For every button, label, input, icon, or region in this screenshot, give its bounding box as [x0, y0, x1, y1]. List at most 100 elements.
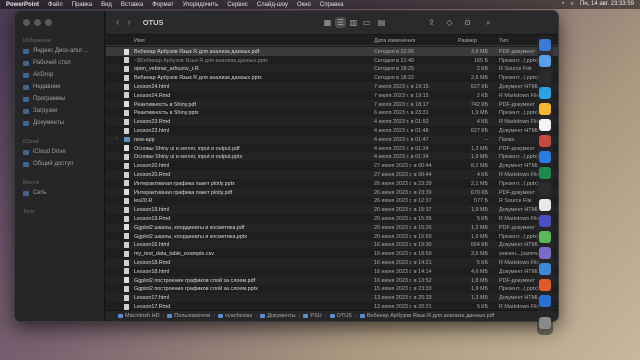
- action-icon[interactable]: ⊙: [462, 17, 473, 28]
- calendar-dock-icon[interactable]: [539, 119, 551, 131]
- sidebar-item-network[interactable]: Сеть: [23, 190, 46, 196]
- zoom-window-button[interactable]: [45, 19, 52, 26]
- sidebar-header-tags: Теги: [23, 209, 35, 215]
- search-icon[interactable]: ⌕: [571, 1, 574, 8]
- group-icon[interactable]: ▤: [376, 17, 387, 28]
- app-dock-icon-4[interactable]: [539, 231, 551, 243]
- disclosure-chevron-icon[interactable]: ›: [116, 136, 118, 142]
- file-row[interactable]: Реактивность в Shiny.pptx 6 июля 2023 г. …: [106, 109, 558, 118]
- file-row[interactable]: Lesson18.html 16 июня 2023 г. в 14:14 4,6 …: [106, 267, 558, 276]
- path-item[interactable]: PSU: [303, 313, 322, 319]
- file-row[interactable]: Вебинар Арбузов Язык R для анализа данны…: [106, 73, 558, 82]
- terminal-dock-icon[interactable]: [539, 71, 551, 83]
- excel-dock-icon[interactable]: [539, 167, 551, 179]
- gallery-view-icon[interactable]: ▭: [361, 17, 372, 28]
- sidebar-item-documents[interactable]: Документы: [23, 120, 64, 126]
- viber-dock-icon[interactable]: [539, 247, 551, 259]
- wifi-icon[interactable]: ◔: [561, 1, 565, 8]
- file-row[interactable]: Lesson20.Rmd 27 июня 2023 г. в 00:44 4 КБ R…: [106, 170, 558, 179]
- file-row[interactable]: Lesson19.html 20 июня 2023 г. в 15:37 1,9 …: [106, 205, 558, 215]
- tag-icon[interactable]: ◇: [444, 17, 455, 28]
- column-header-size[interactable]: Размер: [458, 38, 477, 44]
- menu-window[interactable]: Окно: [297, 2, 311, 8]
- file-row[interactable]: my_test_data_table_example.csv 16 июня 20…: [106, 249, 558, 258]
- menu-help[interactable]: Справка: [320, 2, 344, 8]
- file-row[interactable]: ~$Вебинар Арбузов Язык R для анализа дан…: [106, 56, 558, 65]
- path-item[interactable]: OTUS: [329, 313, 352, 319]
- menu-app-name[interactable]: PowerPoint: [6, 2, 39, 8]
- sidebar-item-recents[interactable]: Недавние: [23, 84, 61, 90]
- app-dock-icon-7[interactable]: [539, 295, 551, 307]
- path-item[interactable]: Документы: [260, 313, 296, 319]
- app-dock-icon-2[interactable]: [539, 199, 551, 211]
- column-view-icon[interactable]: ▥: [348, 17, 359, 28]
- file-row[interactable]: Реактивность в Shiny.pdf 7 июля 2023 г. в…: [106, 99, 558, 109]
- file-row[interactable]: open_vebinar_arbuzov_r.R Сегодня в 18:25 2…: [106, 64, 558, 74]
- sidebar-item-shared[interactable]: Общий доступ: [23, 161, 73, 167]
- back-button[interactable]: ‹: [116, 17, 119, 28]
- word-dock-icon[interactable]: [539, 151, 551, 163]
- sidebar-item-icloud-drive[interactable]: iCloud Drive: [23, 149, 66, 155]
- folder-row[interactable]: › new-app 4 июля 2023 г. в 01:47 -- Папка: [106, 134, 558, 144]
- file-row[interactable]: Lesson18.Rmd 16 июня 2023 г. в 14:21 5 КБ R…: [106, 258, 558, 267]
- file-row[interactable]: Ggplot2 шкалы, координаты и косметика.pp…: [106, 232, 558, 241]
- powerpoint-dock-icon[interactable]: [539, 135, 551, 147]
- column-header-kind[interactable]: Тип: [499, 38, 508, 44]
- path-separator-icon: ›: [213, 313, 216, 319]
- trash-dock-icon[interactable]: [539, 317, 551, 329]
- file-row[interactable]: Lesson19.Rmd 20 июня 2023 г. в 15:36 5 КБ R…: [106, 214, 558, 223]
- menu-arrange[interactable]: Упорядочить: [183, 2, 219, 8]
- file-row[interactable]: Lesson24.html 7 июля 2023 г. в 19:15 627 К…: [106, 82, 558, 91]
- column-header-name[interactable]: Имя: [134, 38, 145, 44]
- path-item[interactable]: Пользователи: [167, 313, 210, 319]
- path-item[interactable]: Macintosh HD: [118, 313, 160, 319]
- file-row[interactable]: Ggplot2 шкалы, координаты и косметика.pd…: [106, 222, 558, 232]
- path-item[interactable]: vyacheslav: [218, 313, 252, 319]
- telegram-dock-icon[interactable]: [539, 87, 551, 99]
- sidebar-item-applications[interactable]: Программы: [23, 96, 65, 102]
- minimize-window-button[interactable]: [34, 19, 41, 26]
- sidebar-item-downloads[interactable]: Загрузки: [23, 108, 57, 114]
- menu-edit[interactable]: Правка: [72, 2, 92, 8]
- app-dock-icon-5[interactable]: [539, 263, 551, 275]
- search-icon[interactable]: ⌕: [483, 17, 494, 28]
- file-row[interactable]: Lesson16.html 16 июня 2023 г. в 19:30 654 …: [106, 240, 558, 250]
- forward-button[interactable]: ›: [127, 17, 130, 28]
- menu-slideshow[interactable]: Слайд-шоу: [257, 2, 288, 8]
- file-row[interactable]: Lesson23.Rmd 4 июля 2023 г. в 01:52 4 КБ R …: [106, 117, 558, 127]
- file-row[interactable]: Основы Shiny ui и server, input и output…: [106, 152, 558, 162]
- app-dock-icon[interactable]: [539, 183, 551, 195]
- app-dock-icon-6[interactable]: [539, 279, 551, 291]
- menu-clock[interactable]: Пн, 14 авг. 23:33:59: [580, 1, 634, 8]
- file-date: 20 июня 2023 г. в 15:37: [374, 207, 432, 214]
- file-row[interactable]: Lesson23.html 4 июля 2023 г. в 01:48 627 К…: [106, 126, 558, 135]
- finder-dock-icon[interactable]: [539, 39, 551, 51]
- file-row[interactable]: Lesson17.html 13 июня 2023 г. в 20:33 1,3 …: [106, 293, 558, 303]
- list-view-icon[interactable]: ☰: [335, 17, 346, 28]
- column-header-date[interactable]: Дата изменения: [374, 38, 415, 44]
- menu-format[interactable]: Формат: [152, 2, 173, 8]
- close-window-button[interactable]: [23, 19, 30, 26]
- file-row[interactable]: Ggplot2 построение графиков слой за слое…: [106, 285, 558, 294]
- icon-view-icon[interactable]: ▦: [322, 17, 333, 28]
- file-row[interactable]: Интерактивная графика пакет plotly.pdf 26…: [106, 187, 558, 197]
- file-row[interactable]: Вебинар Арбузов Язык R для анализа данны…: [106, 47, 558, 56]
- safari-dock-icon[interactable]: [539, 55, 551, 67]
- app-dock-icon-3[interactable]: [539, 215, 551, 227]
- sidebar-item-yandex-disk[interactable]: Яндекс Диск-artur…: [23, 48, 88, 54]
- menu-file[interactable]: Файл: [48, 2, 63, 8]
- file-row[interactable]: Ggplot2 построение графиков слой за слое…: [106, 275, 558, 285]
- file-row[interactable]: Интерактивная графика пакет plotly.pptx 2…: [106, 179, 558, 188]
- path-item[interactable]: Вебинар Арбузов Язык R для анализа данны…: [359, 313, 494, 319]
- file-row[interactable]: Основы Shiny ui и server, input и output…: [106, 144, 558, 153]
- notes-dock-icon[interactable]: [539, 103, 551, 115]
- menu-insert[interactable]: Вставка: [121, 2, 143, 8]
- menu-tools[interactable]: Сервис: [227, 2, 248, 8]
- file-row[interactable]: Lesson20.html 27 июня 2023 г. в 00:44 8,2 …: [106, 161, 558, 170]
- sidebar-item-airdrop[interactable]: AirDrop: [23, 72, 53, 78]
- menu-view[interactable]: Вид: [101, 2, 112, 8]
- share-icon[interactable]: ⇪: [426, 17, 437, 28]
- file-row[interactable]: les20.R 26 июня 2023 г. в 12:37 577 БR Sou…: [106, 197, 558, 206]
- sidebar-item-desktop[interactable]: Рабочий стол: [23, 60, 71, 66]
- file-row[interactable]: Lesson24.Rmd 7 июля 2023 г. в 19:15 2 КБ R …: [106, 91, 558, 100]
